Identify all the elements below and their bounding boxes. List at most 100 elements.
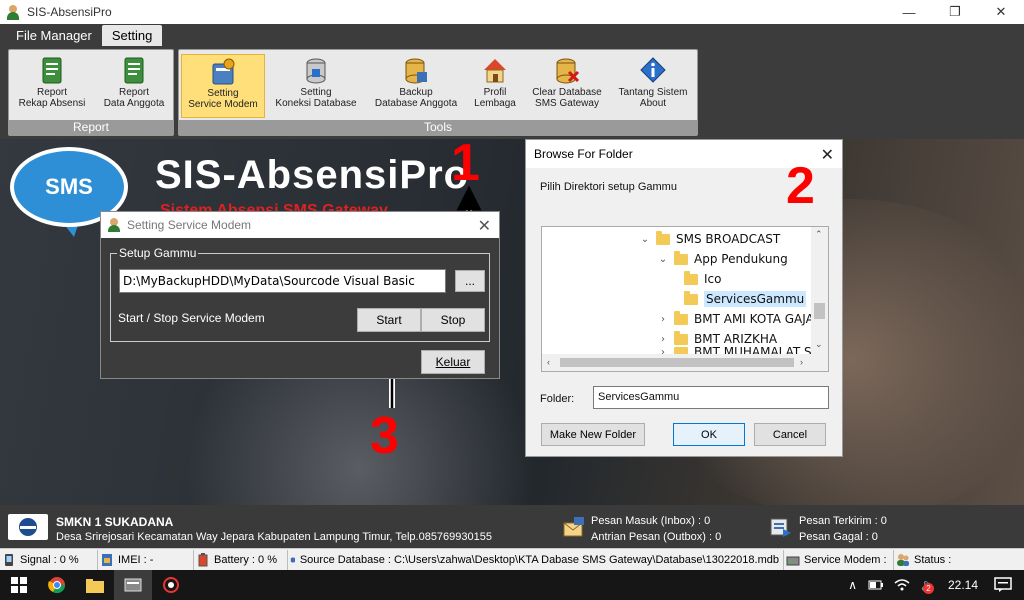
folder-icon <box>86 579 104 593</box>
battery-tray-icon[interactable] <box>868 578 884 592</box>
dialog-close-button[interactable]: ✕ <box>478 216 491 236</box>
start-button[interactable] <box>0 570 38 600</box>
setting-service-modem-dialog: Setting Service Modem ✕ Setup Gammu D:\M… <box>100 211 500 379</box>
scroll-down-icon[interactable]: ⌄ <box>815 339 823 350</box>
imei-status: IMEI : - <box>98 549 194 570</box>
tantang-sistem-about-button[interactable]: Tantang Sistem About <box>611 54 695 118</box>
ribbon-tabs: File Manager Setting <box>0 24 1024 46</box>
inbox-count: Pesan Masuk (Inbox) : 0 <box>591 515 711 527</box>
school-info-bar: SMKN 1 SUKADANA Desa Srirejosari Kecamat… <box>0 505 1024 548</box>
dialog-close-button[interactable]: ✕ <box>821 145 834 165</box>
ribbon: Report Rekap Absensi Report Data Anggota… <box>0 46 1024 139</box>
chevron-right-icon[interactable]: › <box>656 314 670 325</box>
tab-setting[interactable]: Setting <box>101 25 163 46</box>
users-icon <box>897 553 909 566</box>
window-title: SIS-AbsensiPro <box>27 5 112 19</box>
sis-absensipro-taskbar-button[interactable] <box>114 570 152 600</box>
chrome-taskbar-button[interactable] <box>38 570 76 600</box>
clear-database-sms-gateway-button[interactable]: Clear Database SMS Gateway <box>525 54 609 118</box>
sim-card-icon <box>102 553 112 566</box>
brand-title: SIS-AbsensiPro <box>155 153 470 197</box>
tree-item[interactable]: Ico <box>680 269 721 289</box>
folder-icon <box>684 290 698 305</box>
keluar-button[interactable]: Keluar <box>421 350 485 374</box>
volume-badge: 2 <box>922 583 934 594</box>
house-icon <box>484 59 506 83</box>
folder-name-input[interactable]: ServicesGammu <box>593 386 829 409</box>
database-connection-icon <box>306 58 326 84</box>
battery-status: Battery : 0 % <box>194 549 288 570</box>
ribbon-group-caption: Tools <box>179 120 697 135</box>
stop-button[interactable]: Stop <box>421 308 485 332</box>
annotation-step-2: 2 <box>786 157 815 215</box>
outbox-count: Antrian Pesan (Outbox) : 0 <box>591 531 722 543</box>
start-button[interactable]: Start <box>357 308 421 332</box>
source-database-status: Source Database : C:\Users\zahwa\Desktop… <box>288 549 784 570</box>
minimize-button[interactable]: — <box>886 0 932 24</box>
system-tray: ∧ 🔈2 22.14 <box>842 570 1024 600</box>
setting-service-modem-button[interactable]: Setting Service Modem <box>181 54 265 118</box>
folder-tree[interactable]: ⌄ SMS BROADCAST ⌄ App Pendukung Ico Serv… <box>541 226 829 372</box>
gammu-path-input[interactable]: D:\MyBackupHDD\MyData\Sourcode Visual Ba… <box>119 269 446 293</box>
instruction-text: Pilih Direktori setup Gammu <box>540 181 677 193</box>
notification-icon[interactable] <box>994 577 1012 593</box>
modem-icon <box>786 556 800 565</box>
modem-settings-icon <box>212 58 235 85</box>
report-rekap-absensi-button[interactable]: Report Rekap Absensi <box>13 54 91 118</box>
tree-item[interactable]: › BMT ARIZKHA <box>656 329 777 349</box>
ribbon-group-report: Report Rekap Absensi Report Data Anggota… <box>8 49 174 136</box>
tree-horizontal-scrollbar[interactable]: ‹ › <box>542 354 828 371</box>
chevron-down-icon[interactable]: ⌄ <box>656 254 670 265</box>
scroll-right-icon[interactable]: › <box>800 357 803 367</box>
file-explorer-taskbar-button[interactable] <box>76 570 114 600</box>
annotation-step-3: 3 <box>370 407 399 465</box>
windows-taskbar: ∧ 🔈2 22.14 <box>0 570 1024 600</box>
tree-item[interactable]: ⌄ App Pendukung <box>656 249 788 269</box>
chevron-right-icon[interactable]: › <box>656 334 670 345</box>
windows-logo-icon <box>11 577 27 593</box>
annotation-step-1: 1 <box>451 134 480 192</box>
maximize-button[interactable]: ❐ <box>932 0 978 24</box>
folder-icon <box>674 330 688 345</box>
setup-gammu-group: Setup Gammu D:\MyBackupHDD\MyData\Sourco… <box>110 246 490 342</box>
failed-count: Pesan Gagal : 0 <box>799 531 878 543</box>
info-icon <box>640 57 666 83</box>
dialog-title-bar: Setting Service Modem ✕ <box>101 212 499 238</box>
clock[interactable]: 22.14 <box>948 578 978 592</box>
close-button[interactable]: ✕ <box>978 0 1024 24</box>
service-modem-status: Service Modem : <box>784 549 894 570</box>
scroll-thumb[interactable] <box>560 358 794 367</box>
folder-label: Folder: <box>540 393 575 405</box>
report-data-anggota-button[interactable]: Report Data Anggota <box>95 54 173 118</box>
tree-item[interactable]: › BMT AMI KOTA GAJAH <box>656 309 823 329</box>
phone-signal-icon <box>5 553 13 566</box>
volume-icon[interactable]: 🔈2 <box>921 578 936 594</box>
tree-item-selected[interactable]: ServicesGammu <box>680 289 807 309</box>
backup-database-anggota-button[interactable]: Backup Database Anggota <box>367 54 465 118</box>
dialog-title: Setting Service Modem <box>127 218 252 232</box>
scroll-left-icon[interactable]: ‹ <box>547 357 550 367</box>
browse-folder-button[interactable]: ... <box>455 270 485 292</box>
tree-vertical-scrollbar[interactable]: ⌃ ⌄ <box>811 227 828 356</box>
chevron-down-icon[interactable]: ⌄ <box>638 234 652 245</box>
chrome-icon <box>48 577 66 594</box>
tree-item[interactable]: ⌄ SMS BROADCAST <box>638 229 780 249</box>
screen-recorder-taskbar-button[interactable] <box>152 570 190 600</box>
wifi-icon[interactable] <box>894 578 910 592</box>
school-logo-icon <box>19 518 37 536</box>
tab-file-manager[interactable]: File Manager <box>6 25 102 46</box>
ribbon-group-tools: Setting Service Modem Setting Koneksi Da… <box>178 49 698 136</box>
status-bar: Signal : 0 % IMEI : - Battery : 0 % Sour… <box>0 548 1024 570</box>
profil-lembaga-button[interactable]: Profil Lembaga <box>469 54 521 118</box>
ok-button[interactable]: OK <box>673 423 745 446</box>
database-clear-icon <box>556 58 580 84</box>
scroll-thumb[interactable] <box>814 303 825 319</box>
cancel-button[interactable]: Cancel <box>754 423 826 446</box>
folder-icon <box>656 230 670 245</box>
scroll-up-icon[interactable]: ⌃ <box>815 229 823 240</box>
ribbon-group-caption: Report <box>9 120 173 135</box>
make-new-folder-button[interactable]: Make New Folder <box>541 423 645 446</box>
tray-chevron-up-icon[interactable]: ∧ <box>848 578 857 592</box>
sent-message-icon <box>770 518 791 537</box>
setting-koneksi-database-button[interactable]: Setting Koneksi Database <box>269 54 363 118</box>
